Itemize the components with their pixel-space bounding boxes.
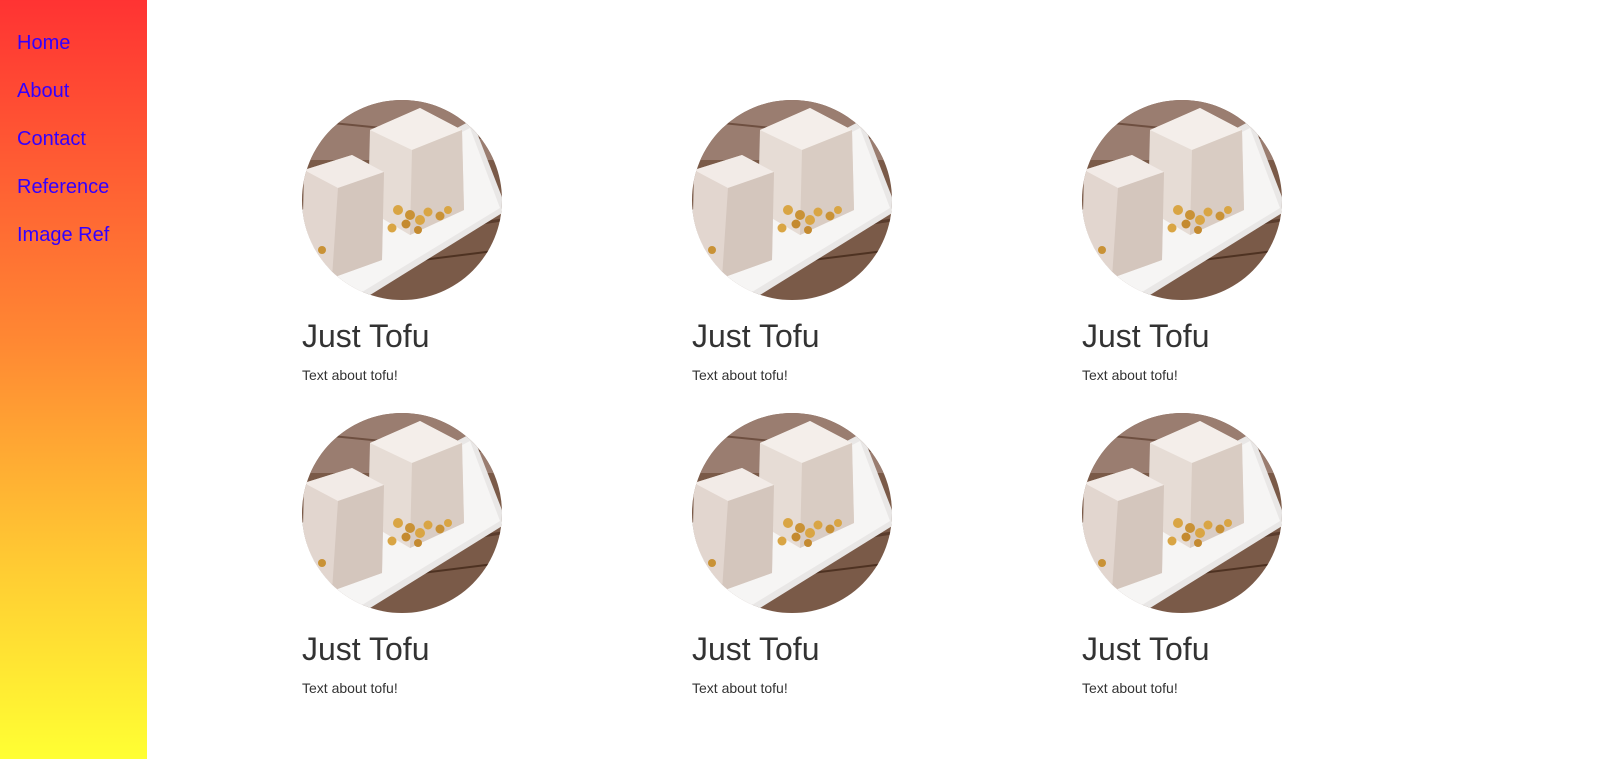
card-title: Just Tofu bbox=[692, 631, 820, 667]
tofu-image bbox=[692, 413, 892, 613]
sidebar-item-reference: Reference bbox=[17, 174, 147, 222]
tofu-card: Just Tofu Text about tofu! bbox=[302, 413, 692, 726]
nav-link-home[interactable]: Home bbox=[17, 30, 70, 56]
card-title: Just Tofu bbox=[692, 318, 820, 354]
sidebar-item-about: About bbox=[17, 78, 147, 126]
tofu-image bbox=[692, 100, 892, 300]
card-title: Just Tofu bbox=[302, 631, 430, 667]
nav-link-contact[interactable]: Contact bbox=[17, 126, 86, 152]
tofu-image bbox=[302, 413, 502, 613]
card-title: Just Tofu bbox=[302, 318, 430, 354]
sidebar-nav: Home About Contact Reference Image Ref bbox=[0, 0, 147, 270]
tofu-card: Just Tofu Text about tofu! bbox=[1082, 413, 1472, 726]
card-text: Text about tofu! bbox=[692, 680, 788, 696]
sidebar-item-image-ref: Image Ref bbox=[17, 222, 147, 270]
card-text: Text about tofu! bbox=[1082, 367, 1178, 383]
sidebar: Home About Contact Reference Image Ref bbox=[0, 0, 147, 759]
card-title: Just Tofu bbox=[1082, 631, 1210, 667]
nav-link-image-ref[interactable]: Image Ref bbox=[17, 222, 109, 248]
tofu-card: Just Tofu Text about tofu! bbox=[302, 100, 692, 413]
card-text: Text about tofu! bbox=[302, 367, 398, 383]
tofu-card: Just Tofu Text about tofu! bbox=[692, 413, 1082, 726]
tofu-image bbox=[1082, 100, 1282, 300]
tofu-card: Just Tofu Text about tofu! bbox=[1082, 100, 1472, 413]
nav-link-reference[interactable]: Reference bbox=[17, 174, 109, 200]
tofu-grid: Just Tofu Text about tofu! Just Tofu Tex… bbox=[302, 100, 1472, 726]
card-text: Text about tofu! bbox=[1082, 680, 1178, 696]
sidebar-item-contact: Contact bbox=[17, 126, 147, 174]
nav-link-about[interactable]: About bbox=[17, 78, 69, 104]
card-text: Text about tofu! bbox=[302, 680, 398, 696]
sidebar-item-home: Home bbox=[17, 30, 147, 78]
tofu-image bbox=[1082, 413, 1282, 613]
tofu-image bbox=[302, 100, 502, 300]
tofu-card: Just Tofu Text about tofu! bbox=[692, 100, 1082, 413]
card-text: Text about tofu! bbox=[692, 367, 788, 383]
card-title: Just Tofu bbox=[1082, 318, 1210, 354]
